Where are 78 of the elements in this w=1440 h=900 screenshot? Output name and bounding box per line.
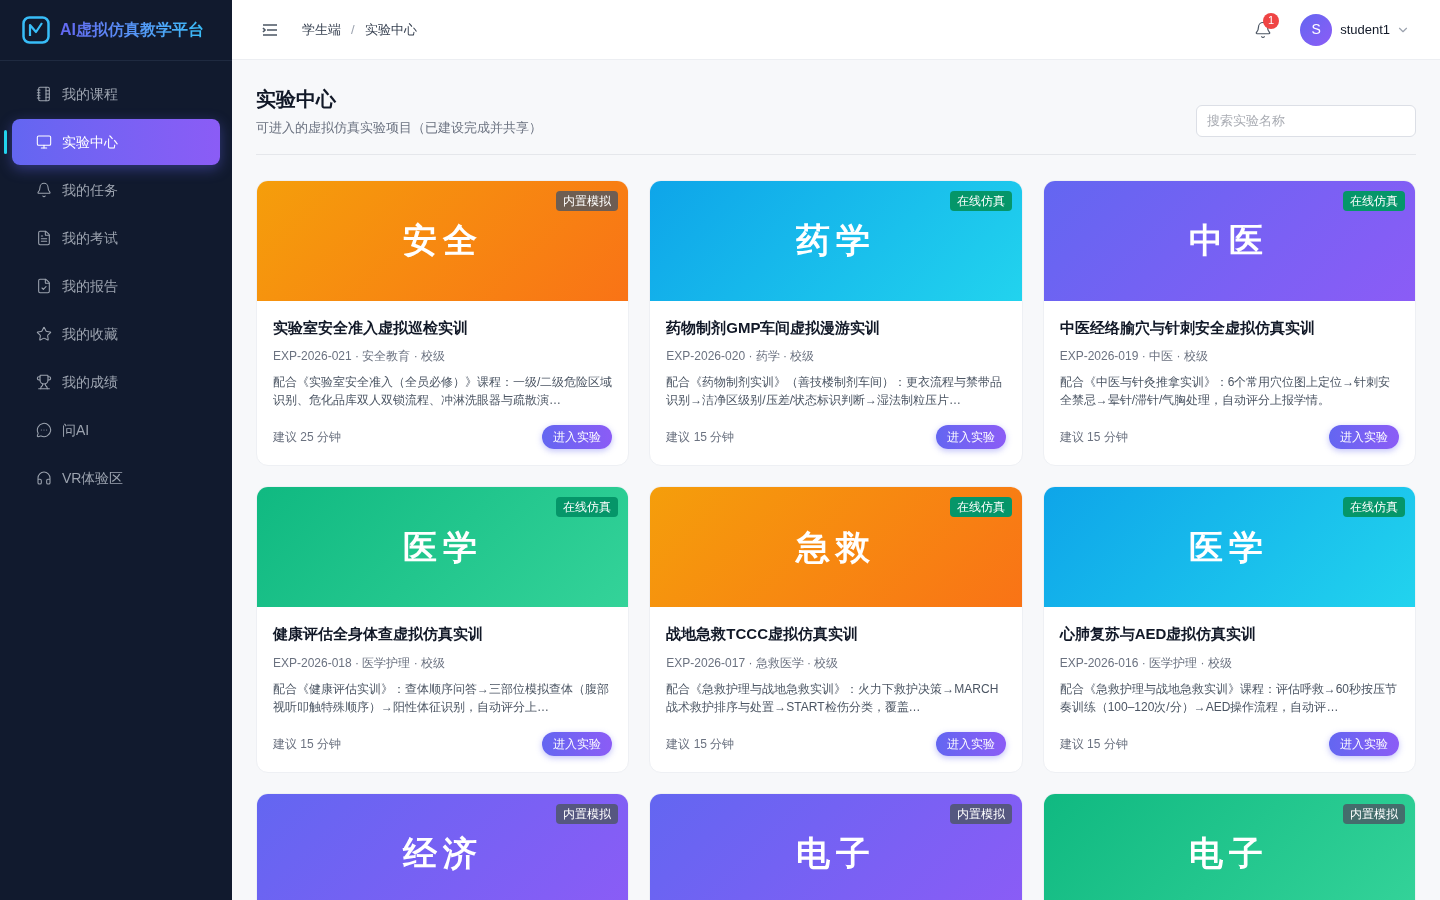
page-subtitle: 可进入的虚拟仿真实验项目（已建设完成并共享） <box>256 119 542 137</box>
card-meta: EXP-2026-018 · 医学护理 · 校级 <box>273 654 447 672</box>
breadcrumb-item[interactable]: 学生端 <box>302 19 341 40</box>
card-title: 药物制剂GMP车间虚拟漫游实训 <box>666 317 882 338</box>
banner-title: 电子 <box>796 833 876 874</box>
enter-experiment-button[interactable]: 进入实验 <box>935 731 1006 756</box>
duration-label: 建议 15 分钟 <box>273 735 341 753</box>
enter-experiment-button[interactable]: 进入实验 <box>542 731 613 756</box>
banner-title: 药学 <box>796 220 876 261</box>
card-meta: EXP-2026-021 · 安全教育 · 校级 <box>273 348 447 365</box>
card-meta: EXP-2026-019 · 中医 · 校级 <box>1059 348 1209 365</box>
active-indicator <box>4 130 7 154</box>
breadcrumb-item: 实验中心 <box>364 20 417 39</box>
logo-icon <box>22 16 50 44</box>
card-meta: EXP-2026-020 · 药学 · 校级 <box>666 348 816 365</box>
sidebar-item[interactable]: 实验中心 <box>12 119 220 165</box>
status-badge: 内置模拟 <box>556 803 619 824</box>
card-description: 配合《中医与针灸推拿实训》：6个常用穴位图上定位→针刺安全禁忌→晕针/滞针/气胸处理，自动评分上报学情。 <box>1059 374 1392 409</box>
bell-icon <box>36 182 52 198</box>
document-check-icon <box>36 278 52 294</box>
card-meta: EXP-2026-016 · 医学护理 · 校级 <box>1059 654 1233 672</box>
card-description: 配合《健康评估实训》：查体顺序问答→三部位模拟查体（腹部视听叩触特殊顺序）→阳性体征识别，自动评分上… <box>273 680 610 716</box>
sidebar-item[interactable]: 我的课程 <box>12 71 220 117</box>
status-badge: 内置模拟 <box>556 190 619 211</box>
duration-label: 建议 25 分钟 <box>273 429 341 446</box>
star-icon <box>36 326 52 342</box>
duration-label: 建议 15 分钟 <box>666 735 735 753</box>
banner-title: 经济 <box>402 833 483 874</box>
enter-experiment-button[interactable]: 进入实验 <box>935 425 1006 449</box>
user-avatar[interactable]: S <box>1300 13 1333 46</box>
search-field[interactable]: 搜索实验名称 <box>1196 104 1416 137</box>
headphones-icon <box>36 470 52 486</box>
sidebar-item[interactable]: 我的报告 <box>12 263 220 309</box>
status-badge: 内置模拟 <box>1343 803 1405 824</box>
status-badge: 在线仿真 <box>1343 190 1405 211</box>
breadcrumb-separator: / <box>351 20 355 39</box>
notification-badge: 1 <box>1263 12 1280 29</box>
card-meta: EXP-2026-017 · 急救医学 · 校级 <box>666 654 840 672</box>
sidebar-item[interactable]: VR体验区 <box>12 455 220 501</box>
banner-title: 急救 <box>796 526 876 568</box>
banner-title: 安全 <box>402 220 483 261</box>
sidebar-item[interactable]: 我的成绩 <box>12 359 220 405</box>
enter-experiment-button[interactable]: 进入实验 <box>1329 425 1399 449</box>
status-badge: 在线仿真 <box>949 497 1012 517</box>
duration-label: 建议 15 分钟 <box>1059 735 1128 753</box>
card-description: 配合《药物制剂实训》（善技楼制剂车间）：更衣流程与禁带品识别→洁净区级别/压差/状态标识判断→湿法制粒压片… <box>666 374 1004 409</box>
card-description: 配合《实验室安全准入（全员必修）》课程：一级/二级危险区域识别、危化品库双人双锁流程、冲淋洗眼器与疏散演… <box>273 374 613 409</box>
card-title: 战地急救TCCC虚拟仿真实训 <box>666 624 859 644</box>
monitor-icon <box>36 134 52 150</box>
card-title: 中医经络腧穴与针刺安全虚拟仿真实训 <box>1059 317 1316 338</box>
status-badge: 内置模拟 <box>949 803 1012 824</box>
page-title: 实验中心 <box>256 87 337 112</box>
menu-icon[interactable] <box>262 22 278 37</box>
sidebar-item[interactable]: 问AI <box>12 407 220 453</box>
status-badge: 在线仿真 <box>949 190 1012 211</box>
duration-label: 建议 15 分钟 <box>666 429 735 446</box>
status-badge: 在线仿真 <box>556 497 619 517</box>
banner-title: 医学 <box>402 526 483 568</box>
chat-bubble-icon <box>36 422 52 438</box>
sidebar-item[interactable]: 我的考试 <box>12 215 220 261</box>
card-description: 配合《急救护理与战地急救实训》：火力下救护决策→MARCH战术救护排序与处置→START检伤分类，覆盖… <box>666 680 1000 716</box>
banner-title: 中医 <box>1189 220 1270 261</box>
duration-label: 建议 15 分钟 <box>1059 429 1128 446</box>
card-title: 健康评估全身体查虚拟仿真实训 <box>273 624 484 644</box>
card-description: 配合《急救护理与战地急救实训》课程：评估呼救→60秒按压节奏训练（100–120次/分）→AED操作流程，自动评… <box>1059 680 1398 716</box>
trophy-icon <box>36 374 52 390</box>
banner-title: 医学 <box>1189 526 1270 568</box>
status-badge: 在线仿真 <box>1343 497 1405 517</box>
notebook-icon <box>36 86 52 102</box>
enter-experiment-button[interactable]: 进入实验 <box>1329 731 1399 756</box>
sidebar-item[interactable]: 我的任务 <box>12 167 220 213</box>
card-title: 实验室安全准入虚拟巡检实训 <box>273 317 469 338</box>
banner-title: 电子 <box>1189 833 1270 874</box>
card-title: 心肺复苏与AED虚拟仿真实训 <box>1059 624 1258 644</box>
sidebar-item[interactable]: 我的收藏 <box>12 311 220 357</box>
user-name[interactable]: student1 <box>1340 19 1390 40</box>
document-icon <box>36 230 52 246</box>
enter-experiment-button[interactable]: 进入实验 <box>542 425 613 449</box>
